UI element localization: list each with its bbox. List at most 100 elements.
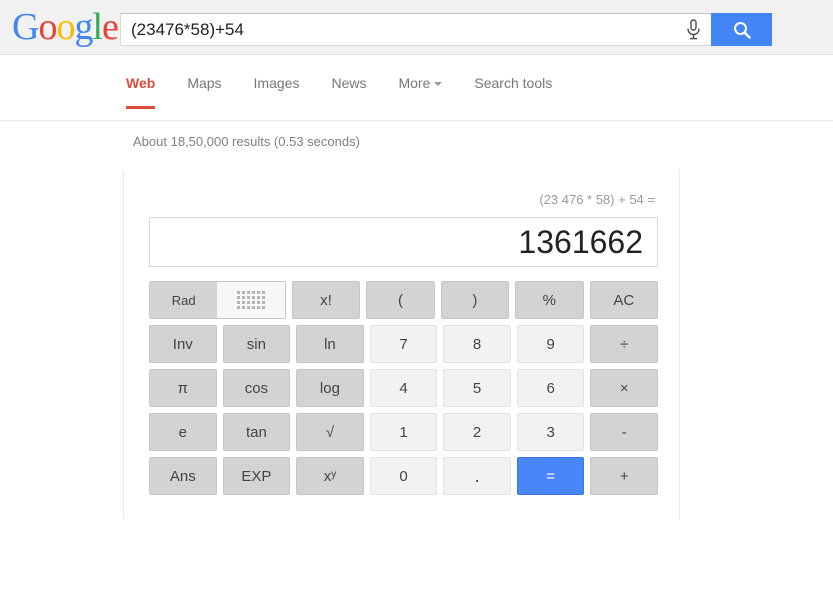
rad-label: Rad <box>171 292 196 308</box>
key-minus[interactable]: - <box>590 413 659 451</box>
search-button[interactable] <box>711 13 772 46</box>
logo-letter: o <box>38 6 57 48</box>
key-label: 2 <box>472 423 482 441</box>
calculator-card: (23 476 * 58) + 54 = 1361662 Rad x! () … <box>123 170 680 519</box>
key-6[interactable]: 6 <box>516 369 585 407</box>
key-label: = <box>546 467 556 485</box>
key-9[interactable]: 9 <box>516 325 585 363</box>
key-factorial[interactable]: x! <box>291 281 361 319</box>
calculator-expression: (23 476 * 58) + 54 = <box>539 192 655 207</box>
key-label: cos <box>244 379 269 397</box>
key-3[interactable]: 3 <box>516 413 585 451</box>
key-label: . <box>474 466 480 486</box>
key-label: 0 <box>399 467 408 485</box>
key-pi[interactable]: π <box>149 369 217 407</box>
keypad-toggle-button[interactable] <box>217 282 285 318</box>
search-icon <box>733 21 751 39</box>
key-inverse[interactable]: Inv <box>149 325 217 363</box>
tab-maps[interactable]: Maps <box>187 67 221 103</box>
key-7[interactable]: 7 <box>369 325 438 363</box>
search-input[interactable] <box>121 14 675 45</box>
key-label: ( <box>397 291 403 309</box>
tab-more[interactable]: More <box>398 67 443 103</box>
rad-deg-toggle-button[interactable]: Rad <box>150 282 218 318</box>
key-label: 5 <box>472 379 482 397</box>
key-label: % <box>542 291 556 309</box>
keypad-row: Ans EXP xʸ 0 . = + <box>149 457 659 495</box>
key-decimal[interactable]: . <box>443 457 511 495</box>
key-multiply[interactable]: × <box>590 369 659 407</box>
key-log[interactable]: log <box>296 369 364 407</box>
tab-label: Images <box>253 75 300 91</box>
tab-web[interactable]: Web <box>126 67 156 109</box>
key-1[interactable]: 1 <box>369 413 438 451</box>
logo-letter: o <box>56 6 75 48</box>
key-open-paren[interactable]: ( <box>366 281 435 319</box>
page-header: Google <box>0 0 833 55</box>
key-label: Inv <box>172 335 193 353</box>
key-label: 9 <box>546 335 555 353</box>
tab-label: More <box>398 75 431 91</box>
key-label: √ <box>325 423 335 441</box>
key-label: tan <box>245 423 267 441</box>
key-label: x! <box>320 291 332 309</box>
key-label: log <box>319 379 340 397</box>
tab-news[interactable]: News <box>331 67 366 103</box>
key-close-paren[interactable]: ) <box>440 281 510 319</box>
key-label: + <box>619 467 629 485</box>
key-sqrt[interactable]: √ <box>296 413 364 451</box>
key-8[interactable]: 8 <box>443 325 511 363</box>
calculator-display[interactable]: 1361662 <box>149 217 658 267</box>
key-exp[interactable]: EXP <box>222 457 291 495</box>
tab-label: Web <box>126 75 156 91</box>
keypad-row: Inv sin ln 7 8 9 ÷ <box>149 325 659 363</box>
key-label: 6 <box>546 379 555 397</box>
calculator-display-value: 1361662 <box>518 223 643 260</box>
angle-mode-toggle: Rad <box>149 281 286 319</box>
key-e[interactable]: e <box>149 413 217 451</box>
logo-letter: g <box>74 6 93 48</box>
keypad-row: Rad x! ( ) % AC <box>149 281 658 319</box>
key-4[interactable]: 4 <box>369 369 438 407</box>
key-label: ÷ <box>620 335 629 353</box>
key-label: 8 <box>472 335 482 353</box>
key-label: xʸ <box>323 467 337 485</box>
result-stats: About 18,50,000 results (0.53 seconds) <box>133 134 360 149</box>
key-label: EXP <box>241 467 272 485</box>
key-0[interactable]: 0 <box>369 457 438 495</box>
key-cos[interactable]: cos <box>222 369 291 407</box>
microphone-icon[interactable] <box>675 14 711 45</box>
key-tan[interactable]: tan <box>222 413 291 451</box>
key-label: 7 <box>399 335 408 353</box>
key-equals[interactable]: = <box>516 457 585 495</box>
google-logo[interactable]: Google <box>12 6 119 48</box>
key-label: 3 <box>546 423 555 441</box>
key-all-clear[interactable]: AC <box>589 281 658 319</box>
logo-letter: G <box>12 6 39 48</box>
key-percent[interactable]: % <box>515 281 584 319</box>
tab-label: Maps <box>187 75 222 91</box>
key-ln[interactable]: ln <box>296 325 364 363</box>
key-label: 4 <box>399 379 408 397</box>
key-label: Ans <box>169 467 196 485</box>
key-answer[interactable]: Ans <box>149 457 217 495</box>
key-2[interactable]: 2 <box>443 413 511 451</box>
keypad-dots-icon <box>237 291 266 309</box>
key-label: ln <box>324 335 336 353</box>
key-power[interactable]: xʸ <box>296 457 364 495</box>
search-nav-bar: Web Maps Images News More Search tools <box>0 55 833 121</box>
key-plus[interactable]: + <box>590 457 659 495</box>
logo-letter: l <box>92 6 103 48</box>
key-label: π <box>177 379 188 397</box>
tab-label: Search tools <box>474 75 553 91</box>
tab-images[interactable]: Images <box>254 67 300 103</box>
tab-label: News <box>331 75 367 91</box>
key-divide[interactable]: ÷ <box>590 325 659 363</box>
tab-search-tools[interactable]: Search tools <box>474 67 552 103</box>
key-sin[interactable]: sin <box>222 325 291 363</box>
key-label: AC <box>613 291 635 309</box>
key-label: e <box>178 423 187 441</box>
chevron-down-icon <box>434 82 443 87</box>
key-label: × <box>619 379 629 397</box>
key-5[interactable]: 5 <box>443 369 511 407</box>
